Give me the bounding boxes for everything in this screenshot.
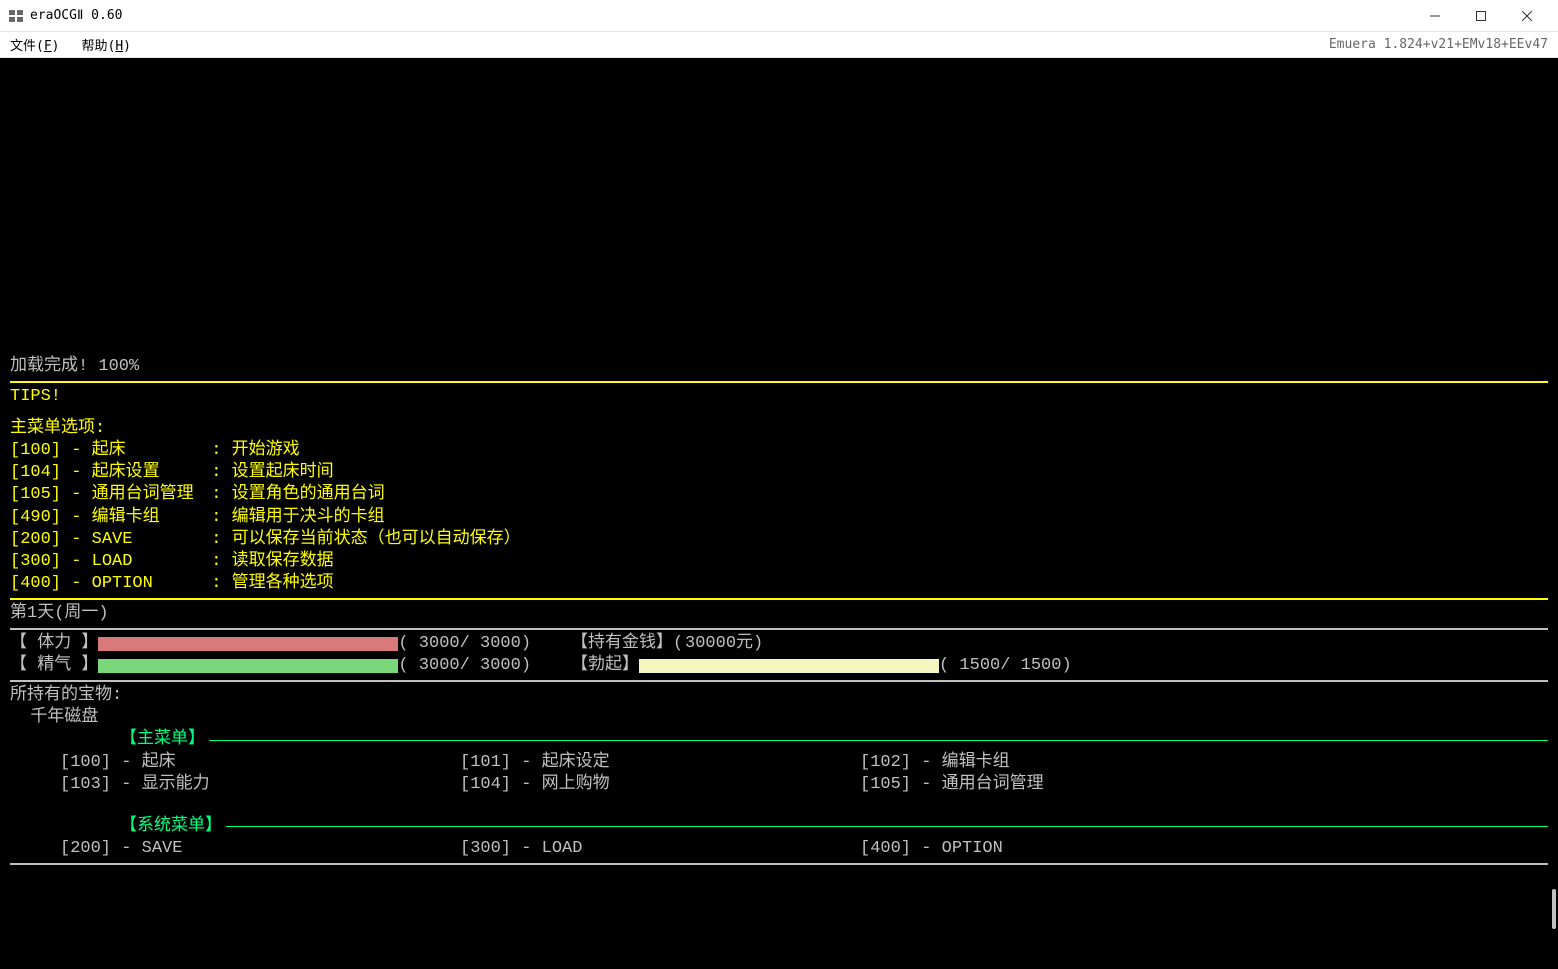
hp-value: ( 3000/ 3000) [398,633,531,655]
section-sys-label: 【系统菜单】 [120,816,222,838]
divider [10,381,1548,383]
blank-area [10,66,1548,356]
menu-option[interactable]: [400] - OPTION [810,838,1210,860]
menu-option[interactable]: [103] - 显示能力 [10,774,410,796]
menu-option[interactable]: [100] - 起床 [10,752,410,774]
window-title: eraOCGⅡ 0.60 [30,8,1412,23]
divider [10,863,1548,865]
treasure-header: 所持有的宝物: [10,685,1548,707]
hp-bar [98,637,398,651]
app-icon [8,8,24,24]
tip-item: [105] - 通用台词管理: 设置角色的通用台词 [10,484,1548,506]
sp-value: ( 3000/ 3000) [398,655,531,677]
menu-option[interactable]: [104] - 网上购物 [410,774,810,796]
menubar: 文件(F) 帮助(H) Emuera 1.824+v21+EMv18+EEv47 [0,32,1558,58]
scrollbar[interactable] [1546,58,1556,969]
window-controls [1412,0,1550,32]
menu-file[interactable]: 文件(F) [10,35,59,54]
ej-label: 【勃起】 [571,655,639,677]
minimize-button[interactable] [1412,0,1458,32]
main-menu-row: [100] - 起床 [101] - 起床设定 [102] - 编辑卡组 [10,752,1548,774]
tip-item: [490] - 编辑卡组: 编辑用于决斗的卡组 [10,507,1548,529]
ej-bar [639,659,939,673]
divider [10,680,1548,682]
menu-option[interactable]: [102] - 编辑卡组 [810,752,1210,774]
titlebar: eraOCGⅡ 0.60 [0,0,1558,32]
tip-item: [400] - OPTION: 管理各种选项 [10,573,1548,595]
ej-value: ( 1500/ 1500) [939,655,1072,677]
divider [10,628,1548,630]
load-complete-text: 加载完成! 100% [10,356,1548,378]
tips-label: TIPS! [10,386,1548,408]
section-main-header: 【主菜单】 [10,729,1548,751]
sys-menu-row: [200] - SAVE [300] - LOAD [400] - OPTION [10,838,1548,860]
menu-option[interactable]: [200] - SAVE [10,838,410,860]
menu-option[interactable]: [101] - 起床设定 [410,752,810,774]
money-label: 【持有金钱】( [571,633,683,655]
day-label: 第1天(周一) [10,603,1548,625]
menu-help[interactable]: 帮助(H) [81,35,130,54]
hp-label: 【 体力 】 [10,633,98,655]
scrollbar-thumb[interactable] [1552,889,1556,929]
main-menu-row: [103] - 显示能力 [104] - 网上购物 [105] - 通用台词管理 [10,774,1548,796]
main-menu-header: 主菜单选项: [10,418,1548,440]
section-line [209,740,1548,741]
menu-option[interactable]: [300] - LOAD [410,838,810,860]
maximize-button[interactable] [1458,0,1504,32]
section-sys-header: 【系统菜单】 [10,816,1548,838]
version-label: Emuera 1.824+v21+EMv18+EEv47 [1329,37,1548,52]
game-area: 加载完成! 100% TIPS! 主菜单选项: [100] - 起床: 开始游戏… [0,58,1558,969]
tip-item: [200] - SAVE: 可以保存当前状态（也可以自动保存） [10,529,1548,551]
money-value: 30000元) [683,633,763,655]
tip-item: [100] - 起床: 开始游戏 [10,440,1548,462]
sp-bar [98,659,398,673]
tip-item: [300] - LOAD: 读取保存数据 [10,551,1548,573]
tip-item: [104] - 起床设置: 设置起床时间 [10,462,1548,484]
menu-option[interactable]: [105] - 通用台词管理 [810,774,1210,796]
stat-sp-row: 【 精气 】 ( 3000/ 3000) 【勃起】 ( 1500/ 1500) [10,655,1548,677]
section-main-label: 【主菜单】 [120,729,205,751]
treasure-item: 千年磁盘 [10,707,1548,729]
section-line [226,826,1548,827]
divider [10,598,1548,600]
stat-hp-row: 【 体力 】 ( 3000/ 3000) 【持有金钱】( 30000元) [10,633,1548,655]
sp-label: 【 精气 】 [10,655,98,677]
close-button[interactable] [1504,0,1550,32]
